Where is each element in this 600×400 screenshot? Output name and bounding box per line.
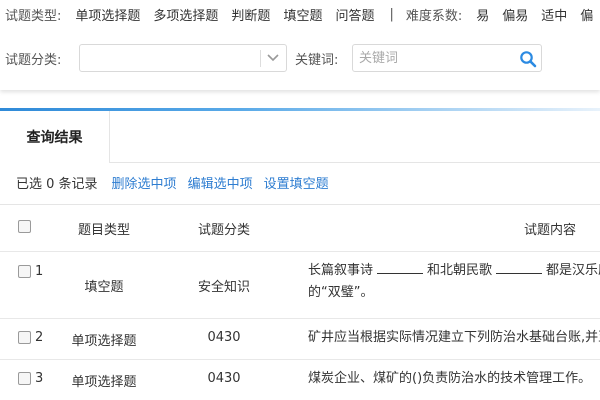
row-question-type: 单项选择题 (71, 375, 137, 390)
difficulty-option-fairly-hard[interactable]: 偏 (580, 5, 593, 24)
category-select[interactable] (79, 44, 287, 72)
select-all-checkbox[interactable] (18, 220, 31, 233)
row-checkbox[interactable] (18, 372, 31, 385)
search-icon[interactable] (519, 50, 537, 68)
type-option-single-choice[interactable]: 单项选择题 (75, 5, 140, 24)
keyword-search-box[interactable] (352, 44, 542, 72)
header-question-type: 题目类型 (77, 223, 130, 238)
content-part: 长篇叙事诗 (308, 263, 374, 278)
selected-count: 已选 0 条记录 (16, 176, 98, 192)
row-index: 1 (35, 264, 44, 279)
panel-accent-bar (0, 108, 600, 111)
filter-row-search: 试题分类: 关键词: (5, 44, 542, 72)
filter-panel: 试题类型: 单项选择题 多项选择题 判断题 填空题 问答题 | 难度系数: 易 … (0, 0, 600, 90)
row-index: 2 (35, 330, 44, 345)
row-checkbox[interactable] (18, 265, 31, 278)
content-part: 都是汉乐府中 (546, 263, 600, 278)
row-content: 煤炭企业、煤矿的()负责防治水的技术管理工作。 (308, 371, 592, 386)
difficulty-option-easy[interactable]: 易 (476, 5, 489, 24)
row-category: 0430 (207, 371, 241, 386)
keyword-input[interactable] (353, 45, 513, 71)
row-index: 3 (35, 371, 44, 386)
table-header-row: 题目类型 试题分类 试题内容 (0, 205, 600, 252)
row-question-type: 单项选择题 (71, 334, 137, 349)
row-content: 长篇叙事诗 和北朝民歌 都是汉乐府中 的“双璧”。 (308, 260, 600, 304)
type-option-multiple-choice[interactable]: 多项选择题 (153, 5, 218, 24)
row-checkbox[interactable] (18, 331, 31, 344)
table-row[interactable]: 2 单项选择题 0430 矿井应当根据实际情况建立下列防治水基础台账,并至 (0, 319, 600, 360)
content-line-2: 的“双璧”。 (308, 285, 374, 300)
row-question-type: 填空题 (84, 280, 124, 295)
type-filter-label: 试题类型: (5, 8, 62, 24)
difficulty-option-medium[interactable]: 适中 (541, 5, 567, 24)
content-part: 和北朝民歌 (427, 263, 493, 278)
bulk-actions-bar: 已选 0 条记录 删除选中项 编辑选中项 设置填空题 (16, 173, 340, 192)
edit-selected-link[interactable]: 编辑选中项 (188, 173, 253, 192)
tab-query-results[interactable]: 查询结果 (0, 111, 110, 163)
row-category: 0430 (207, 330, 241, 345)
chevron-down-icon[interactable] (266, 50, 280, 64)
difficulty-filter-label: 难度系数: (405, 8, 463, 24)
set-fill-blank-link[interactable]: 设置填空题 (264, 173, 329, 192)
row-content: 矿井应当根据实际情况建立下列防治水基础台账,并至 (308, 330, 600, 345)
type-option-question-answer[interactable]: 问答题 (335, 5, 374, 24)
table-row[interactable]: 1 填空题 安全知识 长篇叙事诗 和北朝民歌 都是汉乐府中 的“双璧”。 (0, 252, 600, 319)
delete-selected-link[interactable]: 删除选中项 (112, 173, 177, 192)
keyword-filter-label: 关键词: (295, 52, 339, 68)
header-category: 试题分类 (197, 223, 250, 238)
row-category: 安全知识 (197, 280, 250, 295)
questions-table: 题目类型 试题分类 试题内容 1 填空题 安全知识 长篇叙事诗 和北朝民歌 都是汉乐… (0, 204, 600, 400)
tab-bar: 查询结果 (0, 111, 600, 163)
select-divider (260, 50, 261, 67)
type-option-fill-blank[interactable]: 填空题 (283, 5, 322, 24)
filter-row-type: 试题类型: 单项选择题 多项选择题 判断题 填空题 问答题 | 难度系数: 易 … (5, 5, 600, 24)
type-option-true-false[interactable]: 判断题 (231, 5, 270, 24)
table-row[interactable]: 3 单项选择题 0430 煤炭企业、煤矿的()负责防治水的技术管理工作。 (0, 360, 600, 400)
difficulty-option-fairly-easy[interactable]: 偏易 (502, 5, 528, 24)
filter-separator: | (389, 6, 394, 22)
category-filter-label: 试题分类: (5, 52, 62, 68)
fill-blank (496, 262, 543, 274)
fill-blank (377, 262, 424, 274)
header-content: 试题内容 (524, 223, 577, 238)
